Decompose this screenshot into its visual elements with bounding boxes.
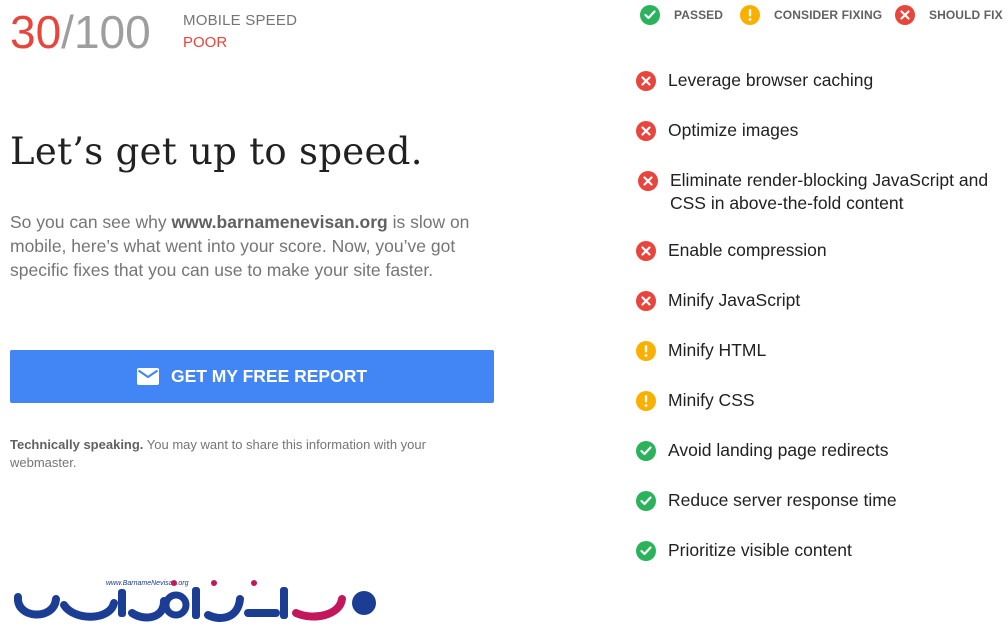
- cross-icon: [636, 291, 656, 311]
- technical-note: Technically speaking. You may want to sh…: [10, 436, 480, 472]
- check-icon: [636, 541, 656, 561]
- legend-should-fix: SHOULD FIX: [895, 5, 1003, 25]
- logo-graphic: www.BarnameNevisan.org: [14, 580, 376, 622]
- score-separator: /: [61, 6, 74, 58]
- score-value: 30: [10, 6, 62, 58]
- score-description: So you can see why www.barnamenevisan.or…: [10, 210, 480, 282]
- check-icon: [640, 5, 660, 25]
- cross-icon: [636, 241, 656, 261]
- rule-item: Minify HTML: [636, 339, 766, 362]
- legend-consider-label: CONSIDER FIXING: [774, 8, 883, 22]
- rule-text: Enable compression: [668, 240, 827, 260]
- rule-text: Minify JavaScript: [668, 290, 801, 310]
- site-url: www.barnamenevisan.org: [171, 212, 388, 232]
- exclamation-icon: [740, 5, 760, 25]
- rule-item: Eliminate render-blocking JavaScript and…: [636, 169, 1008, 215]
- rule-text: Leverage browser caching: [668, 70, 874, 90]
- rule-item: Minify CSS: [636, 389, 755, 412]
- speed-rating: POOR: [183, 34, 228, 51]
- barnamenevisan-logo: www.BarnameNevisan.org: [14, 575, 384, 630]
- rule-item: Enable compression: [636, 239, 827, 262]
- speed-score: 30/100: [10, 6, 151, 58]
- rule-text: Optimize images: [668, 120, 799, 140]
- rule-text: Reduce server response time: [668, 490, 897, 510]
- legend-consider-fixing: CONSIDER FIXING: [740, 5, 882, 25]
- rule-text: Eliminate render-blocking JavaScript and…: [670, 170, 989, 213]
- cross-icon: [636, 71, 656, 91]
- rule-item: Prioritize visible content: [636, 539, 852, 562]
- mail-icon: [136, 368, 159, 385]
- legend-passed: PASSED: [640, 5, 723, 25]
- rule-text: Minify HTML: [668, 340, 767, 360]
- legend-should-fix-label: SHOULD FIX: [929, 8, 1003, 22]
- cross-icon: [638, 171, 658, 191]
- cross-icon: [895, 5, 915, 25]
- score-max: 100: [73, 6, 151, 58]
- rule-item: Avoid landing page redirects: [636, 439, 889, 462]
- check-icon: [636, 441, 656, 461]
- page-headline: Let’s get up to speed.: [10, 130, 423, 173]
- report-button-label: GET MY FREE REPORT: [170, 366, 368, 386]
- description-pre: So you can see why: [10, 212, 172, 232]
- check-icon: [636, 491, 656, 511]
- technical-note-bold: Technically speaking.: [10, 437, 144, 452]
- rule-item: Optimize images: [636, 119, 798, 142]
- cross-icon: [636, 121, 656, 141]
- rule-item: Minify JavaScript: [636, 289, 800, 312]
- rule-item: Reduce server response time: [636, 489, 897, 512]
- rule-item: Leverage browser caching: [636, 69, 873, 92]
- rule-text: Minify CSS: [668, 390, 755, 410]
- exclamation-icon: [636, 341, 656, 361]
- status-legend: PASSED CONSIDER FIXING SHOULD FIX: [640, 5, 1008, 27]
- rule-text: Prioritize visible content: [668, 540, 852, 560]
- exclamation-icon: [636, 391, 656, 411]
- get-free-report-button[interactable]: GET MY FREE REPORT: [10, 350, 494, 403]
- legend-passed-label: PASSED: [674, 8, 724, 22]
- rule-text: Avoid landing page redirects: [668, 440, 889, 460]
- speed-category-label: MOBILE SPEED: [183, 12, 298, 29]
